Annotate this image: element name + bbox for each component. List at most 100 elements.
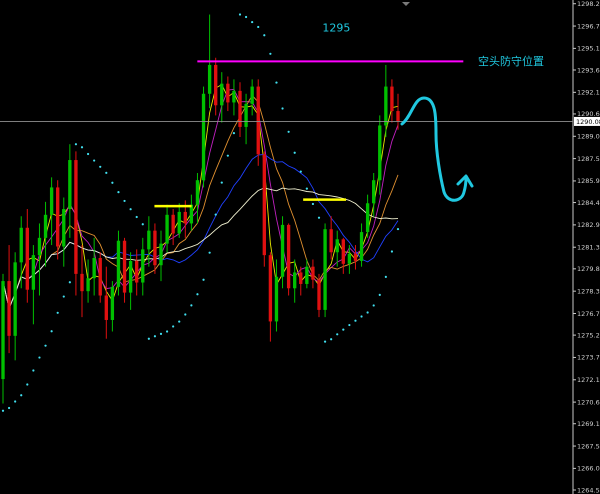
candle-body — [141, 249, 145, 283]
sar-dot — [165, 330, 169, 333]
candle-body — [353, 253, 358, 261]
sar-dot — [68, 281, 71, 284]
candle-body — [305, 266, 309, 284]
price-axis-tick-label: 1273.70 — [577, 354, 600, 362]
price-axis-tick-label: 1293.65 — [577, 66, 600, 74]
candle-body — [244, 103, 248, 127]
candle-body — [207, 64, 212, 94]
sar-dot — [366, 311, 369, 314]
candle-body — [293, 272, 297, 289]
sar-dot — [384, 275, 387, 279]
sar-dot — [323, 340, 327, 343]
sar-dot — [44, 344, 47, 347]
candle-body — [177, 211, 181, 234]
sar-dot — [56, 311, 59, 314]
sar-dot — [80, 146, 84, 149]
chart-canvas: 1295空头防守位置 1298.251296.701295.151293.651… — [0, 0, 600, 494]
sar-dot — [117, 191, 120, 194]
forecast-path — [400, 96, 468, 202]
candle-body — [1, 281, 5, 380]
sar-dot — [123, 199, 126, 203]
sar-dot — [226, 154, 229, 157]
candle-body — [220, 83, 224, 106]
candle-body — [299, 272, 303, 284]
candle-body — [98, 258, 102, 296]
candle-body — [256, 86, 260, 155]
candle-body — [226, 83, 230, 103]
candle-body — [268, 255, 273, 322]
candle-body — [80, 273, 84, 292]
sar-dot — [190, 304, 193, 307]
sar-dot — [342, 328, 345, 331]
sar-dot — [336, 333, 339, 336]
sar-dot — [263, 34, 266, 37]
sar-dot — [153, 335, 157, 338]
candle-body — [37, 237, 42, 256]
candle-body — [153, 230, 157, 266]
price-axis-tick-label: 1269.10 — [577, 420, 600, 428]
candle-body — [110, 286, 115, 320]
price-axis-tick-label: 1282.90 — [577, 221, 600, 229]
price-axis-tick-label: 1278.30 — [577, 287, 600, 295]
candle-body — [116, 240, 121, 287]
chart-shift-marker-icon[interactable] — [402, 2, 410, 6]
price-axis-tick-label: 1295.15 — [577, 45, 600, 53]
candle-body — [165, 214, 169, 244]
sar-dot — [20, 394, 23, 397]
candle-body — [396, 111, 400, 122]
sar-dot — [32, 369, 35, 372]
candle-body — [13, 262, 17, 336]
sar-dot — [354, 319, 357, 322]
candle-body — [335, 239, 339, 253]
price-axis-tick-label: 1296.70 — [577, 22, 600, 30]
price-axis-tick-label: 1285.95 — [577, 177, 600, 185]
candle-body — [122, 240, 127, 293]
price-axis-tick-label: 1267.55 — [577, 442, 600, 450]
moving-average-lines — [2, 83, 399, 311]
sar-dot — [275, 81, 278, 84]
sar-dot — [129, 208, 132, 211]
candle-body — [159, 243, 163, 266]
price-axis-tick-label: 1284.45 — [577, 199, 600, 207]
sar-dot — [232, 131, 236, 135]
candle-body — [92, 258, 96, 279]
sar-dot — [135, 215, 138, 219]
current-price-label: 1290.08 — [576, 118, 600, 126]
candle-body — [68, 160, 72, 210]
sar-dot — [287, 130, 290, 133]
candle-body — [147, 230, 151, 250]
candle-body — [56, 187, 60, 247]
price-axis: 1298.25 1296.70 1295.15 1293.65 1292.10 1290.… — [573, 0, 600, 494]
sar-dot — [390, 250, 394, 253]
candle-body — [262, 154, 266, 256]
parabolic-sar-dots — [1, 13, 400, 412]
sar-dot — [311, 202, 315, 206]
price-axis-tick-label: 1270.60 — [577, 398, 600, 406]
sar-dot — [196, 293, 199, 296]
sar-dot — [111, 181, 114, 184]
sar-dot — [26, 383, 29, 386]
sar-dot — [330, 338, 333, 341]
price-axis-tick-label: 1281.35 — [577, 244, 600, 252]
bear-defense-label: 空头防守位置 — [478, 54, 544, 68]
sar-dot — [159, 332, 163, 335]
sar-dot — [378, 293, 381, 296]
candle-body — [104, 295, 108, 320]
sar-dot — [147, 337, 150, 340]
sar-dot — [238, 13, 242, 16]
price-axis-tick-label: 1298.25 — [577, 0, 600, 8]
sar-dot — [38, 356, 41, 359]
candle-body — [31, 255, 36, 290]
sar-dot — [293, 151, 296, 154]
ma-line-orange — [2, 94, 399, 311]
candle-body — [183, 211, 187, 224]
scroll-indicator — [402, 2, 410, 6]
candle-body — [280, 224, 285, 277]
candle-body — [323, 229, 327, 310]
sar-dot — [317, 216, 321, 219]
sar-dot — [93, 159, 96, 162]
candle-body — [347, 253, 352, 264]
sar-dot — [172, 325, 175, 328]
candle-body — [384, 86, 388, 126]
candle-body — [329, 229, 333, 253]
